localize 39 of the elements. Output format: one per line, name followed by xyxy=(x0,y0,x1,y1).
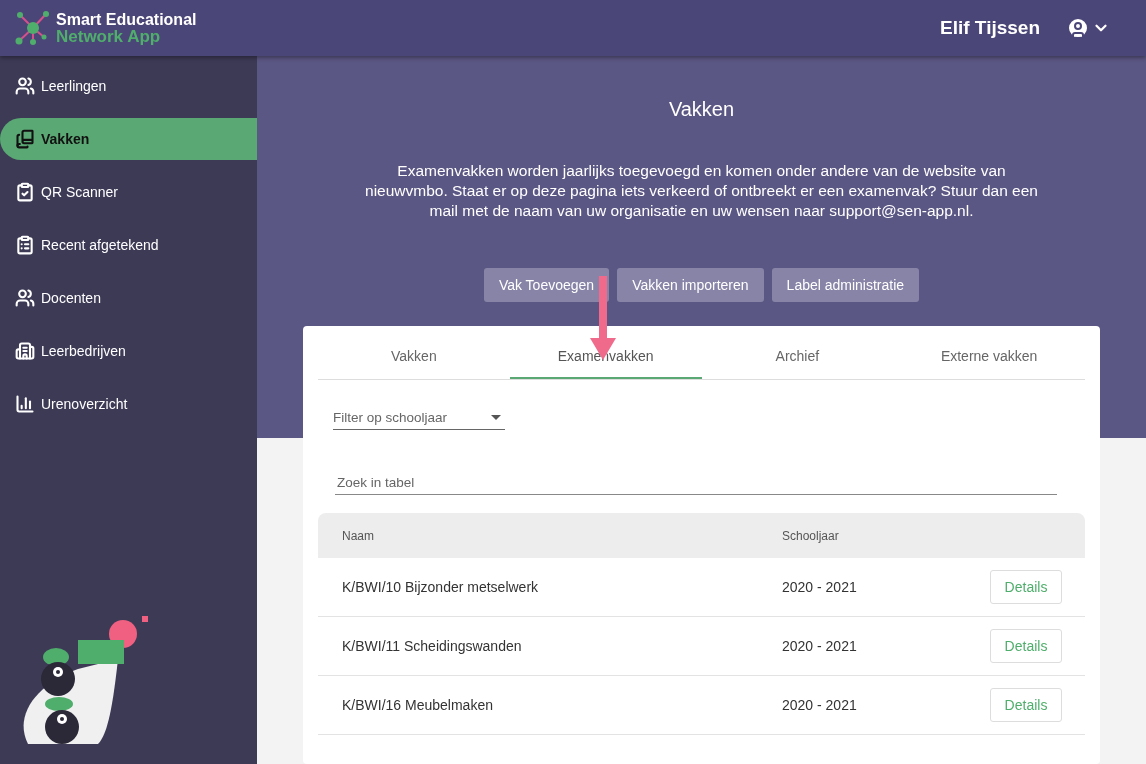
search-field[interactable]: Zoek in tabel xyxy=(335,475,1057,495)
sidebar-item[interactable]: Recent afgetekend xyxy=(0,224,257,266)
column-header: Naam xyxy=(341,528,375,543)
column-header: Schooljaar xyxy=(782,528,840,543)
app-name: Network App xyxy=(56,28,162,45)
people-icon xyxy=(15,76,35,96)
table-cell-text: K/BWI/10 Bijzonder metselwerk xyxy=(341,579,540,595)
tab[interactable]: Externe vakken xyxy=(893,334,1085,379)
tab[interactable]: Vakken xyxy=(318,334,510,379)
page-description: Examenvakken worden jaarlijks toegevoegd en komen onder andere van de website van nieuwvmbo. Staat er op deze pagina iets verkeerd of ontbreekt er een examenvak? Stuur dan een mail met de naam van uw organisatie en uw wensen naar support@sen-app.nl. xyxy=(364,161,1039,221)
clipboard-check-icon xyxy=(15,182,35,202)
table-cell-text: 2020 - 2021 xyxy=(782,638,858,654)
account-icon xyxy=(1066,16,1090,40)
table-cell-text: K/BWI/11 Scheidingswanden xyxy=(341,638,523,654)
caret-icon xyxy=(491,415,501,420)
filter-select[interactable]: Filter op schooljaar xyxy=(333,410,505,430)
table-cell-text: K/BWI/16 Meubelmaken xyxy=(341,697,494,713)
action-button[interactable]: Vakken importeren xyxy=(617,268,764,302)
sidebar-item[interactable]: Urenoverzicht xyxy=(0,383,257,425)
sidebar-item[interactable]: Leerbedrijven xyxy=(0,330,257,372)
building-icon xyxy=(15,341,35,361)
bar-chart-icon xyxy=(15,394,35,414)
people-icon xyxy=(15,288,35,308)
sidebar-item[interactable]: Docenten xyxy=(0,277,257,319)
clipboard-list-icon xyxy=(15,235,35,255)
action-button[interactable]: Vak Toevoegen xyxy=(483,268,610,302)
sidebar-item[interactable]: Leerlingen xyxy=(0,65,257,107)
network-logo-icon xyxy=(14,9,52,47)
user-name: Elif Tijssen xyxy=(940,17,1040,39)
books-icon xyxy=(15,129,35,149)
page-title: Vakken xyxy=(668,98,735,121)
account-menu-button[interactable] xyxy=(1066,16,1110,40)
table-cell-text: 2020 - 2021 xyxy=(782,579,858,595)
table-cell-text: 2020 - 2021 xyxy=(782,697,858,713)
sidebar-item[interactable]: QR Scanner xyxy=(0,171,257,213)
tab[interactable]: Archief xyxy=(701,334,894,379)
action-button[interactable]: Label administratie xyxy=(771,268,920,302)
app-name: Smart Educational xyxy=(56,11,197,28)
sidebar-item[interactable]: Vakken xyxy=(0,118,257,160)
